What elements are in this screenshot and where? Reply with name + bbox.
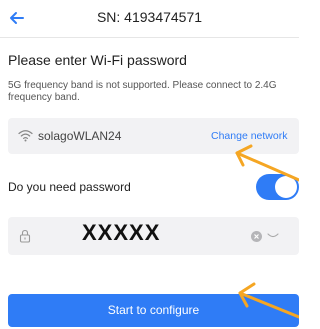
start-configure-label: Start to configure — [107, 303, 200, 317]
eye-closed-icon[interactable] — [267, 232, 279, 240]
top-bar: SN: 4193474571 — [0, 0, 299, 36]
password-required-label: Do you need password — [8, 180, 131, 194]
password-required-toggle[interactable] — [256, 174, 299, 200]
section-heading: Please enter Wi-Fi password — [8, 52, 187, 68]
page-title: SN: 4193474571 — [96, 9, 203, 25]
password-value: XXXXX — [82, 220, 161, 245]
start-configure-button[interactable]: Start to configure — [8, 294, 299, 327]
wifi-network-field: solagoWLAN24 Change network — [8, 118, 299, 154]
wifi-network-name: solagoWLAN24 — [38, 129, 122, 143]
frequency-notice: 5G frequency band is not supported. Plea… — [8, 80, 277, 103]
lock-icon — [19, 229, 31, 243]
toggle-knob — [275, 176, 297, 198]
header-divider — [0, 37, 299, 38]
change-network-link[interactable]: Change network — [211, 130, 287, 142]
wifi-icon — [18, 130, 33, 142]
password-field[interactable]: XXXXX — [8, 217, 299, 255]
annotation-overlay — [235, 144, 299, 319]
clear-icon[interactable] — [251, 231, 262, 242]
